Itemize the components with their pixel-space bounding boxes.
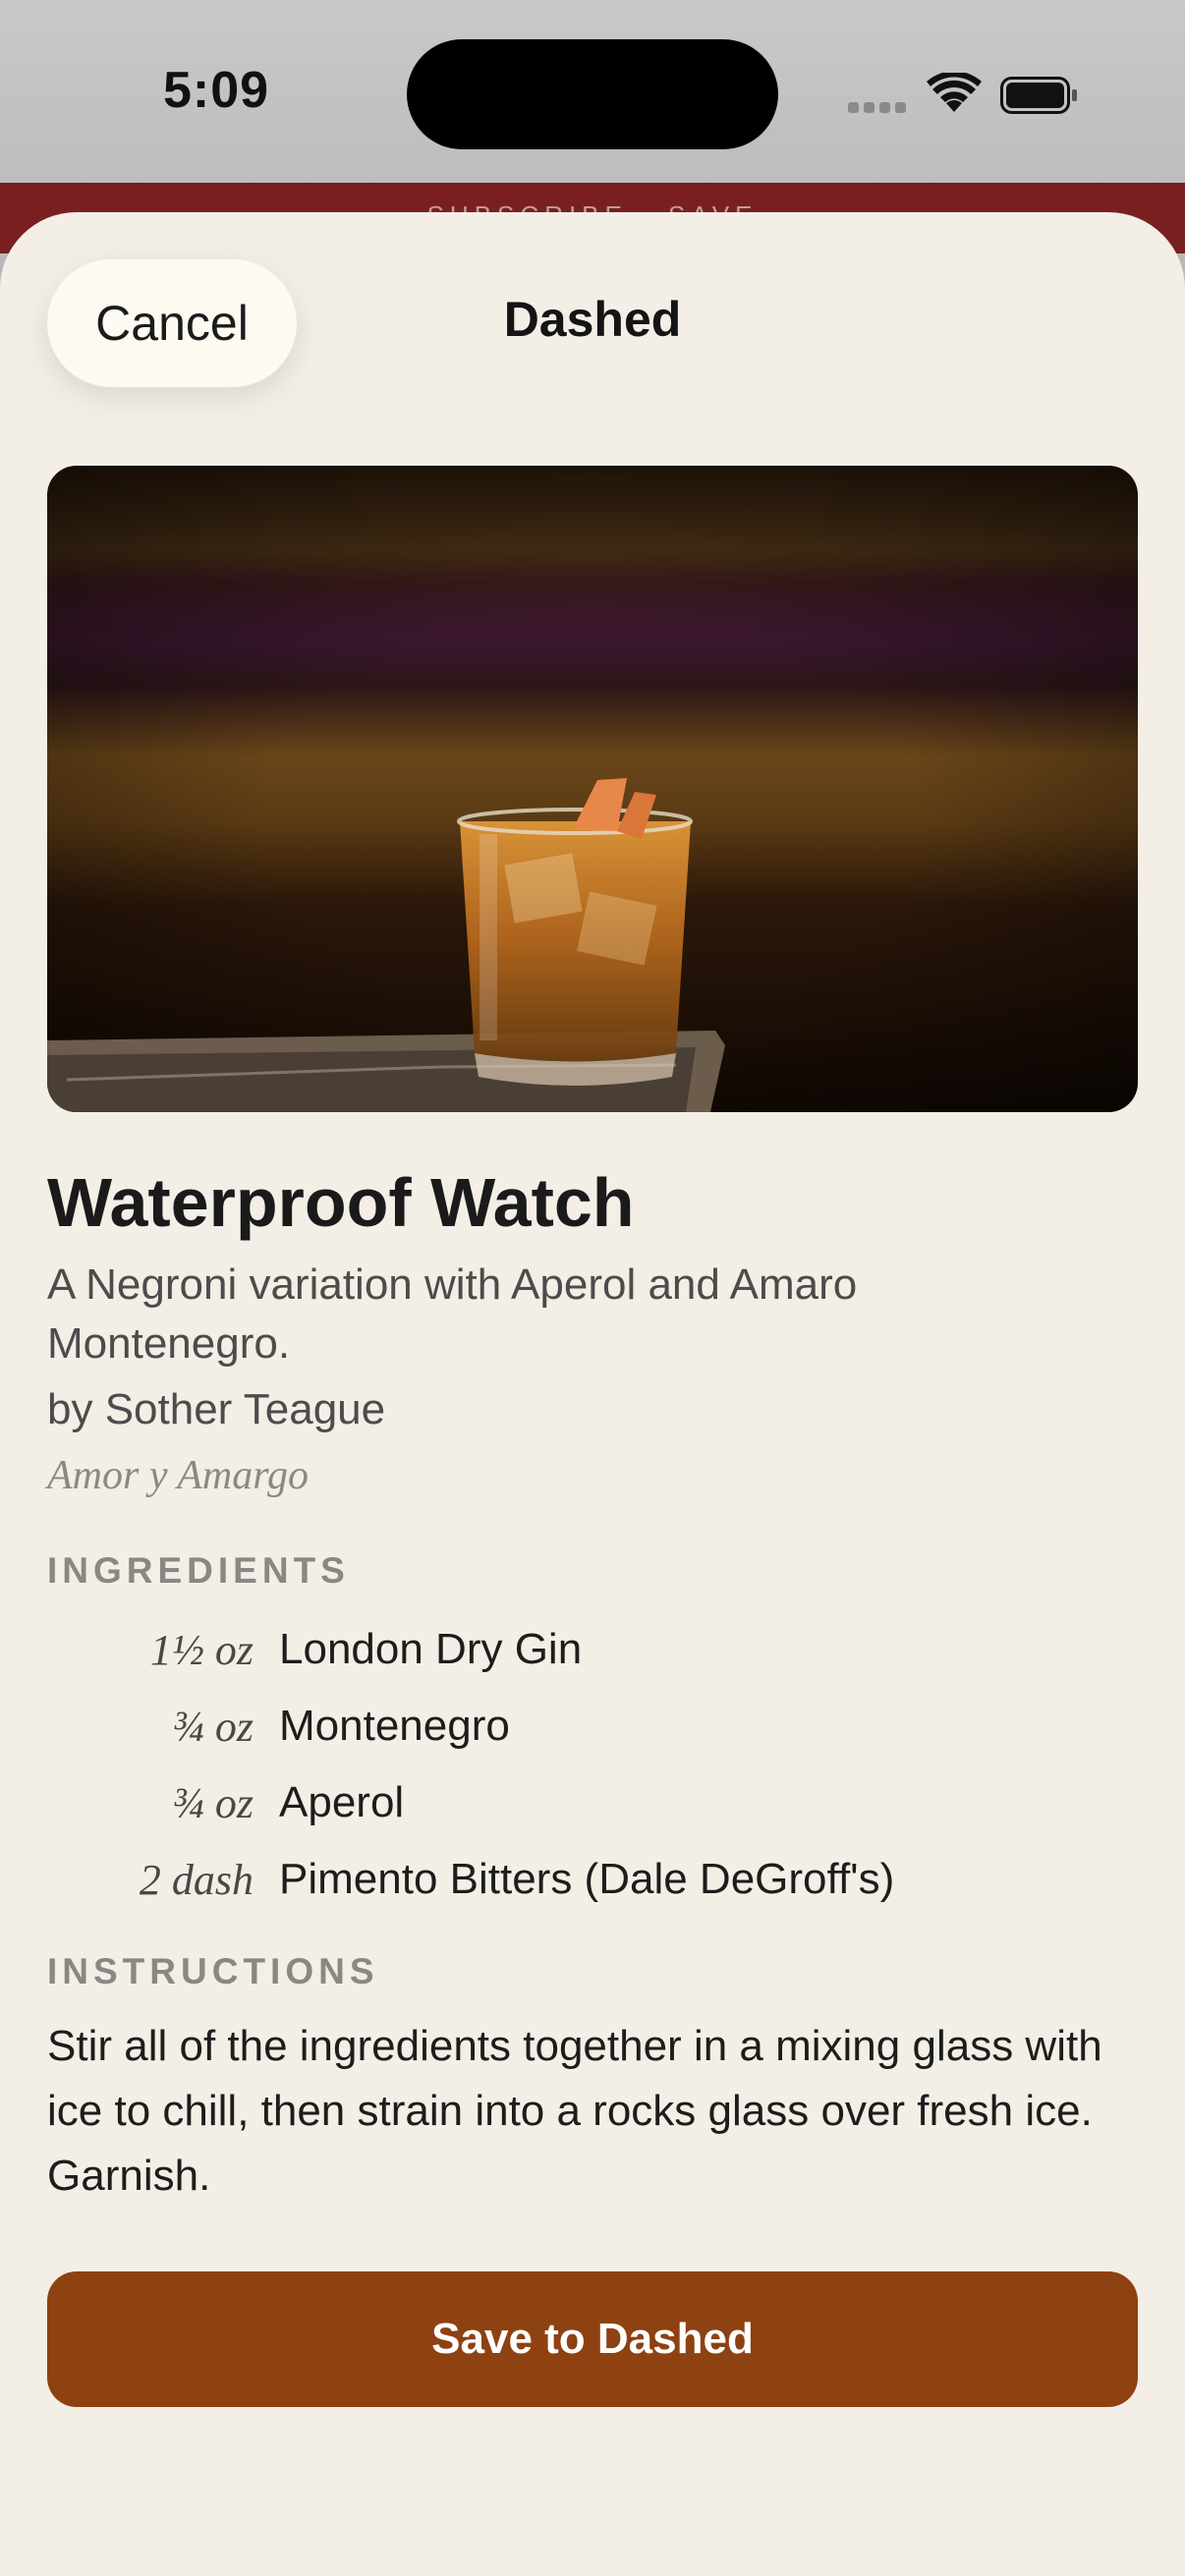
cancel-button[interactable]: Cancel <box>47 259 297 387</box>
wifi-icon <box>927 71 982 114</box>
instructions-heading: INSTRUCTIONS <box>47 1951 379 1991</box>
cocktail-photo <box>47 466 1138 1112</box>
drink-description: A Negroni variation with Aperol and Amar… <box>47 1260 858 1368</box>
sheet-title: Dashed <box>503 292 682 347</box>
ingredient-row: 2 dash Pimento Bitters (Dale DeGroff's) <box>47 1841 1138 1918</box>
drink-source: Amor y Amargo <box>47 1453 309 1498</box>
ingredient-quantity: ¾ oz <box>171 1778 254 1827</box>
drink-author: by Sother Teague <box>47 1385 386 1433</box>
ingredients-list: 1½ oz London Dry Gin ¾ oz Montenegro ¾ o… <box>47 1611 1138 1918</box>
ingredient-quantity: 1½ oz <box>149 1625 254 1674</box>
ingredient-quantity: 2 dash <box>139 1855 254 1904</box>
ingredient-quantity: ¾ oz <box>171 1702 254 1751</box>
status-bar: 5:09 <box>0 0 1185 183</box>
recipe-sheet: Cancel Dashed Waterproof Watch A Negroni… <box>0 212 1185 2576</box>
status-time: 5:09 <box>162 62 270 119</box>
ingredient-name: London Dry Gin <box>279 1625 583 1673</box>
instructions-text: Stir all of the ingredients together in … <box>47 2022 1102 2200</box>
ingredient-row: ¾ oz Montenegro <box>47 1688 1138 1764</box>
ingredient-row: 1½ oz London Dry Gin <box>47 1611 1138 1688</box>
ingredient-name: Montenegro <box>279 1702 510 1750</box>
battery-icon <box>1000 77 1079 114</box>
drink-name: Waterproof Watch <box>47 1164 635 1241</box>
save-to-dashed-button[interactable]: Save to Dashed <box>47 2271 1138 2407</box>
signal-icon <box>848 102 907 116</box>
ingredient-row: ¾ oz Aperol <box>47 1764 1138 1841</box>
ingredient-name: Aperol <box>279 1778 405 1826</box>
ingredient-name: Pimento Bitters (Dale DeGroff's) <box>279 1855 895 1903</box>
dynamic-island <box>407 39 778 149</box>
ingredients-heading: INGREDIENTS <box>47 1550 350 1591</box>
